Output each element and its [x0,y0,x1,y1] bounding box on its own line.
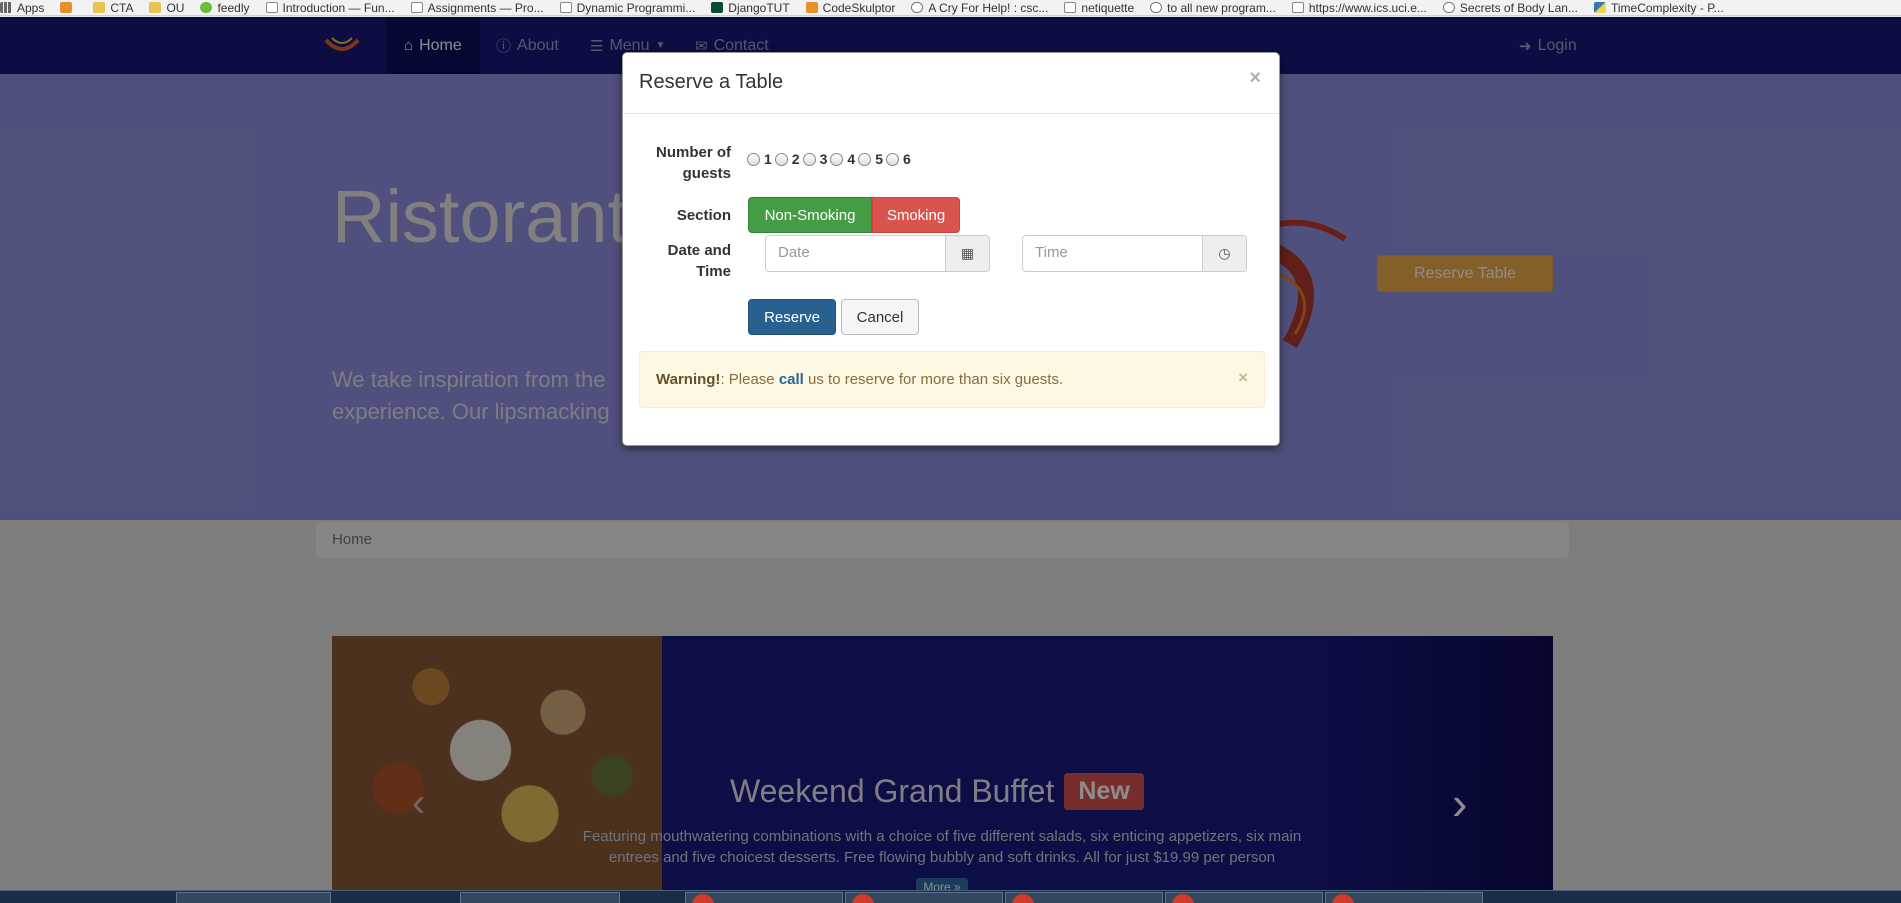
apps-icon [0,2,12,13]
cancel-button[interactable]: Cancel [841,299,919,335]
guests-label: Number of guests [656,144,731,182]
clock-icon[interactable]: ◷ [1203,235,1247,272]
bookmark-timecomplexity[interactable]: TimeComplexity - P... [1593,1,1724,15]
taskbar-item[interactable] [1165,892,1323,903]
taskbar-item[interactable] [176,892,331,903]
radio-button[interactable] [830,152,844,166]
taskbar [0,890,1901,903]
page-icon [265,2,278,13]
feedly-icon [200,2,213,13]
guest-option-6[interactable]: 6 [885,151,911,167]
call-link[interactable]: call [779,371,804,388]
taskbar-item[interactable] [1325,892,1483,903]
folder-icon [149,2,162,13]
bookmark-dynamic-programming[interactable]: Dynamic Programmi... [559,1,695,15]
chrome-icon [852,894,874,903]
reserve-button[interactable]: Reserve [748,299,836,335]
calendar-icon[interactable]: ▦ [946,235,990,272]
bookmark-ou[interactable]: OU [149,1,184,15]
bookmark-netiquette[interactable]: netiquette [1064,1,1134,15]
taskbar-item[interactable] [1005,892,1163,903]
chrome-icon [692,894,714,903]
python-icon [1593,2,1606,13]
time-input[interactable]: Time [1022,235,1203,272]
radio-button[interactable] [802,152,816,166]
bookmark-codeskulptor[interactable]: CodeSkulptor [805,1,895,15]
django-icon [711,2,724,13]
page-icon [410,2,423,13]
guest-option-5[interactable]: 5 [858,151,883,167]
non-smoking-button[interactable]: Non-Smoking [748,197,872,233]
bookmark-feedly[interactable]: feedly [200,1,250,15]
datetime-label: Date and Time [667,242,731,280]
bookmark-djangotut[interactable]: DjangoTUT [711,1,790,15]
alert-close-icon[interactable]: × [1238,368,1248,388]
folder-icon [93,2,106,13]
bookmark-icon [60,2,73,13]
guest-option-2[interactable]: 2 [774,151,800,167]
alert-strong: Warning! [656,371,721,388]
bookmark-introduction[interactable]: Introduction — Fun... [265,1,395,15]
bookmark-misc[interactable] [60,2,77,13]
section-label: Section [676,207,731,224]
codeskulptor-icon [805,2,818,13]
date-input[interactable]: Date [765,235,946,272]
radio-button[interactable] [885,152,899,166]
close-icon[interactable]: × [1249,67,1261,90]
section-toggle: Non-Smoking Smoking [748,197,960,233]
alert-text-after: us to reserve for more than six guests. [803,371,1064,388]
radio-button[interactable] [774,152,788,166]
alert-text-before: : Please [720,371,779,388]
reddit-icon [1442,2,1455,13]
page-icon [1064,2,1077,13]
guests-radio-group: 1 2 3 4 5 6 [747,151,914,167]
modal-header: Reserve a Table × [623,53,1279,114]
page-icon [559,2,572,13]
bookmark-cry-for-help[interactable]: A Cry For Help! : csc... [911,1,1048,15]
chrome-icon [1012,894,1034,903]
reserve-modal: Reserve a Table × Number of guests 1 2 3… [622,52,1280,446]
chrome-icon [1172,894,1194,903]
radio-button[interactable] [858,152,872,166]
bookmark-new-programmers[interactable]: to all new program... [1150,1,1276,15]
modal-title: Reserve a Table [639,71,784,93]
time-input-group: Time ◷ [1022,235,1247,272]
radio-button[interactable] [747,152,760,166]
page-icon [1291,2,1304,13]
guest-option-3[interactable]: 3 [802,151,827,167]
bookmark-assignments[interactable]: Assignments — Pro... [410,1,544,15]
smoking-button[interactable]: Smoking [872,197,960,233]
taskbar-item[interactable] [460,892,620,903]
guest-option-1[interactable]: 1 [747,151,772,167]
bookmark-apps[interactable]: Apps [0,1,44,15]
bookmark-cta[interactable]: CTA [93,1,133,15]
warning-alert: Warning!: Please call us to reserve for … [639,351,1265,408]
bookmark-ics-uci[interactable]: https://www.ics.uci.e... [1291,1,1427,15]
guest-option-4[interactable]: 4 [830,151,855,167]
reddit-icon [1150,2,1163,13]
bookmarks-bar: Apps CTA OU feedly Introduction — Fun...… [0,0,1901,16]
chrome-icon [1332,894,1354,903]
date-input-group: Date ▦ [765,235,990,272]
taskbar-item[interactable] [685,892,843,903]
reddit-icon [911,2,924,13]
taskbar-item[interactable] [845,892,1003,903]
bookmark-body-language[interactable]: Secrets of Body Lan... [1442,1,1578,15]
